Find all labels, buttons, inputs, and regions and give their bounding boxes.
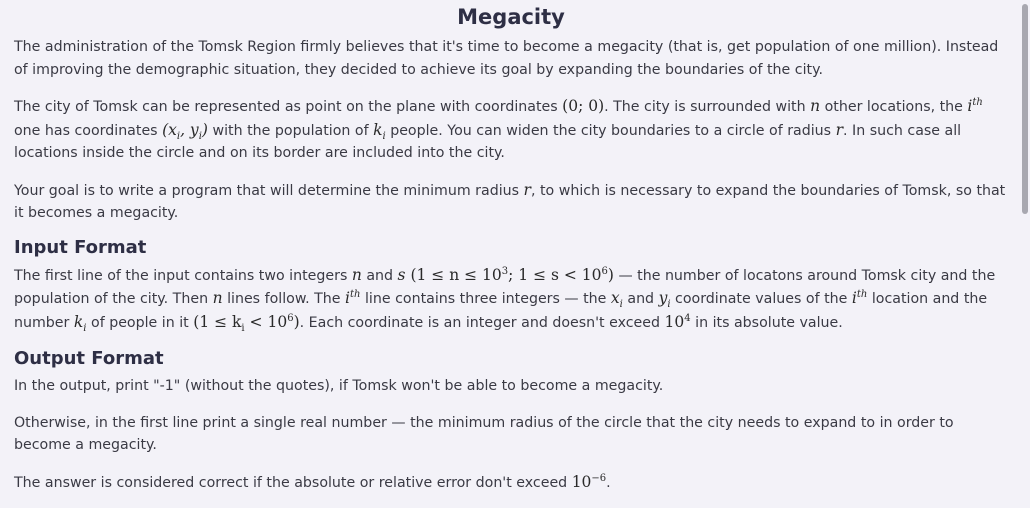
text: coordinate values of the — [670, 291, 852, 307]
text: The city of Tomsk can be represented as … — [14, 99, 563, 115]
math-x: xi — [610, 289, 623, 310]
text: 10 — [664, 312, 685, 331]
superscript: th — [350, 288, 361, 300]
text: . — [606, 474, 611, 491]
math-k-constraint: (1 ≤ ki < 106) — [193, 312, 299, 334]
text: Your goal is to write a program that wil… — [14, 182, 524, 199]
math-origin: (0; 0) — [562, 97, 605, 115]
intro-paragraph: The administration of the Tomsk Region f… — [14, 39, 999, 78]
text: The answer is considered correct if the … — [14, 474, 572, 491]
math-limit: 104 — [665, 313, 691, 331]
text: The first line of the input contains two… — [14, 267, 352, 284]
math-epsilon: 10−6 — [572, 473, 606, 491]
text: other locations, the — [820, 99, 968, 115]
math-xy: (xi, yi) — [162, 120, 208, 142]
math-r: r — [835, 120, 843, 139]
text: x — [610, 289, 620, 307]
text: < 10 — [244, 312, 288, 331]
math-n: n — [212, 289, 223, 307]
page-title: Megacity — [457, 5, 565, 29]
math-k: ki — [73, 312, 87, 334]
math-i: ith — [852, 289, 867, 307]
scrollbar-thumb[interactable] — [1022, 4, 1028, 214]
text: 10 — [571, 472, 592, 491]
text: . Each coordinate is an integer and does… — [299, 314, 665, 331]
text: (1 ≤ k — [193, 312, 242, 331]
text: line contains three integers — the — [360, 291, 611, 307]
math-i: ith — [967, 97, 982, 115]
superscript: th — [856, 288, 868, 300]
output-paragraph-2: Otherwise, in the first line print a sin… — [14, 414, 954, 454]
text: k — [73, 312, 84, 331]
text: lines follow. The — [222, 291, 346, 307]
goal-paragraph: Your goal is to write a program that wil… — [14, 179, 1008, 225]
text: of people in it — [86, 314, 194, 331]
math-n: n — [351, 265, 362, 284]
math-k: ki — [373, 121, 386, 142]
math-r: r — [523, 180, 531, 199]
text: one has coordinates — [14, 122, 163, 139]
math-s: s — [397, 265, 406, 284]
city-paragraph: The city of Tomsk can be represented as … — [14, 95, 1008, 165]
text: . The city is surrounded with — [604, 99, 811, 115]
superscript: th — [972, 96, 983, 108]
math-i: ith — [345, 289, 360, 307]
input-format-paragraph: The first line of the input contains two… — [14, 264, 1008, 335]
math-y: yi — [659, 289, 671, 310]
output-paragraph-3: The answer is considered correct if the … — [14, 471, 1008, 495]
text: (x — [162, 120, 177, 139]
output-paragraph-1: In the output, print "-1" (without the q… — [14, 378, 664, 394]
text: ; 1 ≤ s < 10 — [508, 265, 602, 284]
superscript: −6 — [591, 472, 607, 484]
text: and — [361, 267, 398, 284]
text: and — [622, 291, 659, 307]
input-format-heading: Input Format — [14, 236, 147, 258]
text: in its absolute value. — [690, 314, 843, 331]
math-n: n — [810, 97, 821, 115]
output-format-heading: Output Format — [14, 348, 164, 369]
text: , y — [180, 120, 199, 139]
math-constraints: (1 ≤ n ≤ 103; 1 ≤ s < 106) — [406, 266, 614, 284]
text: people. You can widen the city boundarie… — [385, 122, 836, 139]
text: with the population of — [207, 122, 374, 139]
problem-statement: Megacity The administration of the Tomsk… — [14, 0, 1008, 508]
text: (1 ≤ n ≤ 10 — [405, 265, 502, 284]
